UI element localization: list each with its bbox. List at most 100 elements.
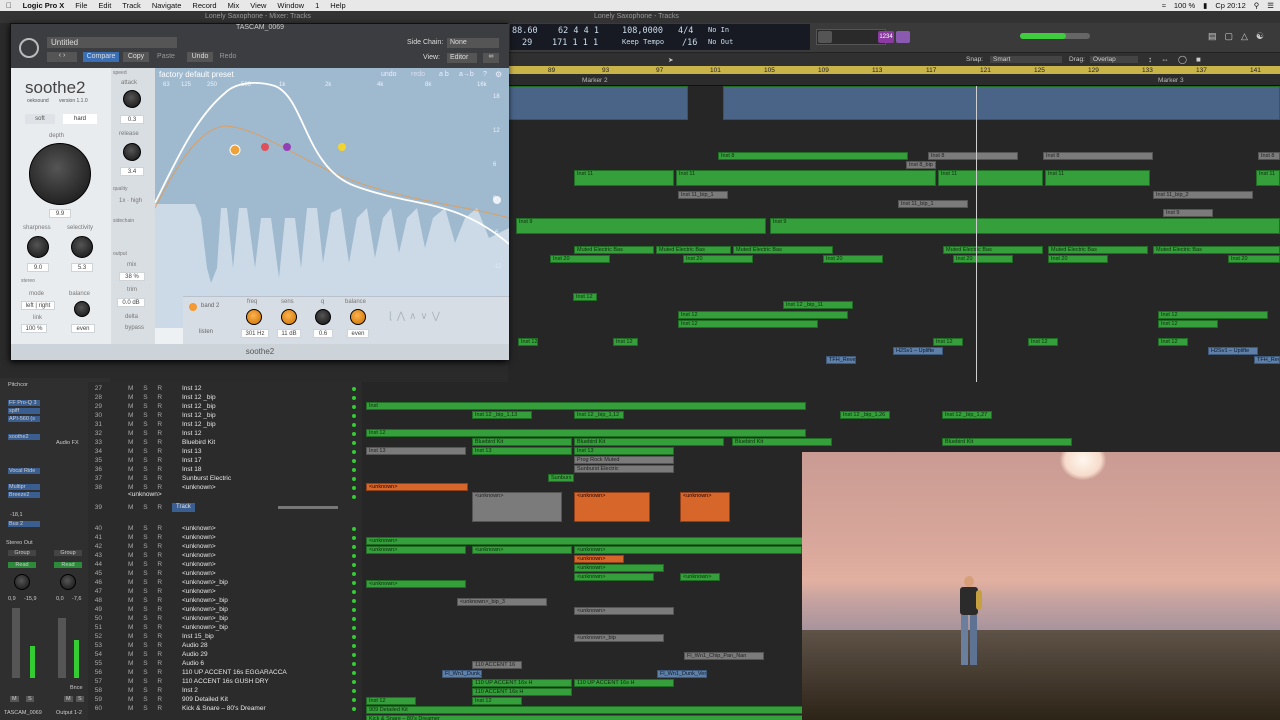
marker-2[interactable]: Marker 2 xyxy=(582,77,608,84)
track-mute-solo-record[interactable]: M S R xyxy=(128,569,166,578)
track-name[interactable]: Bluebird Kit xyxy=(182,438,215,447)
band-balance-value[interactable]: even xyxy=(347,329,369,338)
send-slot-2[interactable]: Multipr xyxy=(8,484,40,490)
power-icon[interactable] xyxy=(19,38,39,58)
sharpness-value[interactable]: 9.0 xyxy=(27,263,49,272)
track-mute-solo-record[interactable]: M S R xyxy=(128,429,166,438)
region[interactable]: Bluebird Kit xyxy=(942,438,1072,446)
track-name[interactable]: <unknown> xyxy=(182,533,216,542)
track-name[interactable]: <unknown> xyxy=(128,490,162,499)
track-mute-solo-record[interactable]: M S R xyxy=(128,474,166,483)
region[interactable]: Inst 11 xyxy=(1256,170,1280,186)
region[interactable]: <unknown> xyxy=(472,492,562,522)
apple-icon[interactable]:  xyxy=(6,1,12,10)
drag-select[interactable]: Overlap xyxy=(1090,56,1138,63)
stereo-mode-value[interactable]: left | right xyxy=(21,301,55,310)
band-sens-knob[interactable] xyxy=(281,309,297,325)
quality-value[interactable]: 1x · high xyxy=(119,198,142,204)
view-toggle-icons[interactable]: ▤▢△☯ xyxy=(1208,31,1272,42)
track-header[interactable]: 30 M S R Inst 12 _bip xyxy=(88,411,362,420)
mode-soft-button[interactable]: soft xyxy=(25,114,55,124)
ruler-bar-117[interactable]: 117 xyxy=(926,67,936,74)
region[interactable]: <unknown> xyxy=(574,492,650,522)
track-name[interactable]: <unknown> xyxy=(182,542,216,551)
group-slot-2[interactable]: Group xyxy=(54,550,82,556)
metronome-icon[interactable] xyxy=(896,31,910,43)
lcd-display[interactable]: 88.60 29 62 4 4 1 171 1 1 1 108,0000 Kee… xyxy=(510,24,810,50)
region[interactable]: Muted Electric Bas xyxy=(574,246,654,254)
wifi-icon[interactable]: ≈ xyxy=(1162,1,1166,10)
preset-nav-icons[interactable]: ‹ › xyxy=(47,52,77,62)
preset-field[interactable]: Untitled xyxy=(47,37,177,48)
region[interactable]: Bluebird Kit xyxy=(732,438,832,446)
region[interactable]: Inst 20 xyxy=(550,255,610,263)
track-name[interactable]: <unknown>_bip xyxy=(182,596,228,605)
track-mute-solo-record[interactable]: M S R xyxy=(128,551,166,560)
region[interactable]: Inst 12 xyxy=(573,293,597,301)
selectivity-knob[interactable] xyxy=(71,236,93,258)
track-name[interactable]: <unknown>_bip xyxy=(182,578,228,587)
menu-app[interactable]: Logic Pro X xyxy=(23,1,65,10)
track-name[interactable]: Audio 28 xyxy=(182,641,208,650)
release-knob[interactable] xyxy=(123,143,141,161)
region[interactable]: 110 UP ACCENT 16s H xyxy=(574,679,674,687)
track-mute-solo-record[interactable]: M S R xyxy=(128,650,166,659)
mute-button[interactable]: M xyxy=(10,696,19,702)
track-name[interactable]: Kick & Snare – 80's Dreamer xyxy=(182,704,266,713)
count-in-button[interactable]: 1234 xyxy=(878,31,894,43)
region[interactable]: Fl_Wn1_Dunk_Ver xyxy=(657,670,707,678)
ruler-bar-105[interactable]: 105 xyxy=(764,67,775,74)
ruler-bar-97[interactable]: 97 xyxy=(656,67,663,74)
attack-value[interactable]: 0.3 xyxy=(120,115,144,124)
region[interactable]: <unknown> xyxy=(366,537,806,545)
menu-mix[interactable]: Mix xyxy=(228,1,240,10)
region[interactable]: Bluebird Kit xyxy=(472,438,572,446)
track-mute-solo-record[interactable]: M S R xyxy=(128,695,166,704)
cycle-band[interactable] xyxy=(508,66,1280,74)
depth-value[interactable]: 9.9 xyxy=(49,209,71,218)
region[interactable]: Inst 11 xyxy=(1045,170,1150,186)
track-header[interactable]: 60 M S R Kick & Snare – 80's Dreamer xyxy=(88,704,362,713)
track-mute-solo-record[interactable]: M S R xyxy=(128,686,166,695)
track-header[interactable]: 47 M S R <unknown> xyxy=(88,587,362,596)
side-chain-select[interactable]: None xyxy=(447,38,499,48)
region[interactable]: Inst 12 xyxy=(366,697,416,705)
track-name[interactable]: Inst 17 xyxy=(182,456,202,465)
track-name[interactable]: <unknown>_bip xyxy=(182,614,228,623)
track-header[interactable]: 53 M S R Audio 28 xyxy=(88,641,362,650)
region[interactable]: 909 Detailed Kit xyxy=(366,706,806,714)
track-mute-solo-record[interactable]: M S R xyxy=(128,402,166,411)
region[interactable]: <unknown> xyxy=(574,564,664,572)
region[interactable]: <unknown>_bip xyxy=(574,634,664,642)
menu-window[interactable]: Window xyxy=(277,1,304,10)
menu-record[interactable]: Record xyxy=(192,1,216,10)
region[interactable]: Inst 8 xyxy=(1043,152,1153,160)
mix-value[interactable]: 38 % xyxy=(119,272,145,281)
track-header[interactable]: 58 M S R Inst 2 xyxy=(88,686,362,695)
region[interactable]: Inst 12 xyxy=(366,429,806,437)
region[interactable]: Muted Electric Bas xyxy=(733,246,833,254)
region[interactable]: Fl_Wn1_Dunk_Ver xyxy=(442,670,482,678)
fader-2[interactable] xyxy=(58,618,66,678)
track-mute-solo-record[interactable]: M S R xyxy=(128,668,166,677)
track-header[interactable]: 37 M S R Sunburst Electric xyxy=(88,474,362,483)
region[interactable]: <unknown> xyxy=(574,573,654,581)
menu-view[interactable]: View xyxy=(250,1,266,10)
mute-button-2[interactable]: M xyxy=(64,696,73,702)
track-header[interactable]: 52 M S R Inst 15_bip xyxy=(88,632,362,641)
region[interactable]: Inst 12 _bip_1,13 xyxy=(472,411,532,419)
track-name[interactable]: <unknown> xyxy=(182,560,216,569)
track-header[interactable]: 27 M S R Inst 12 xyxy=(88,384,362,393)
listen-button[interactable]: listen xyxy=(199,329,213,335)
track-name[interactable]: Inst 12 _bip xyxy=(182,402,216,411)
menu-help[interactable]: Help xyxy=(330,1,345,10)
zoom-icons[interactable]: ↕⇔◯■ xyxy=(1148,55,1210,64)
ruler-bar-109[interactable]: 109 xyxy=(818,67,829,74)
region[interactable]: H2Sv1 – Uplifte xyxy=(893,347,943,355)
ruler-bar-101[interactable]: 101 xyxy=(710,67,721,74)
region[interactable]: H2Sv1 – Uplifte xyxy=(1208,347,1258,355)
region[interactable]: Inst 12 xyxy=(678,320,818,328)
region[interactable]: Inst 13 xyxy=(574,447,674,455)
track-name[interactable]: 909 Detailed Kit xyxy=(182,695,228,704)
track-header[interactable]: 54 M S R Audio 29 xyxy=(88,650,362,659)
